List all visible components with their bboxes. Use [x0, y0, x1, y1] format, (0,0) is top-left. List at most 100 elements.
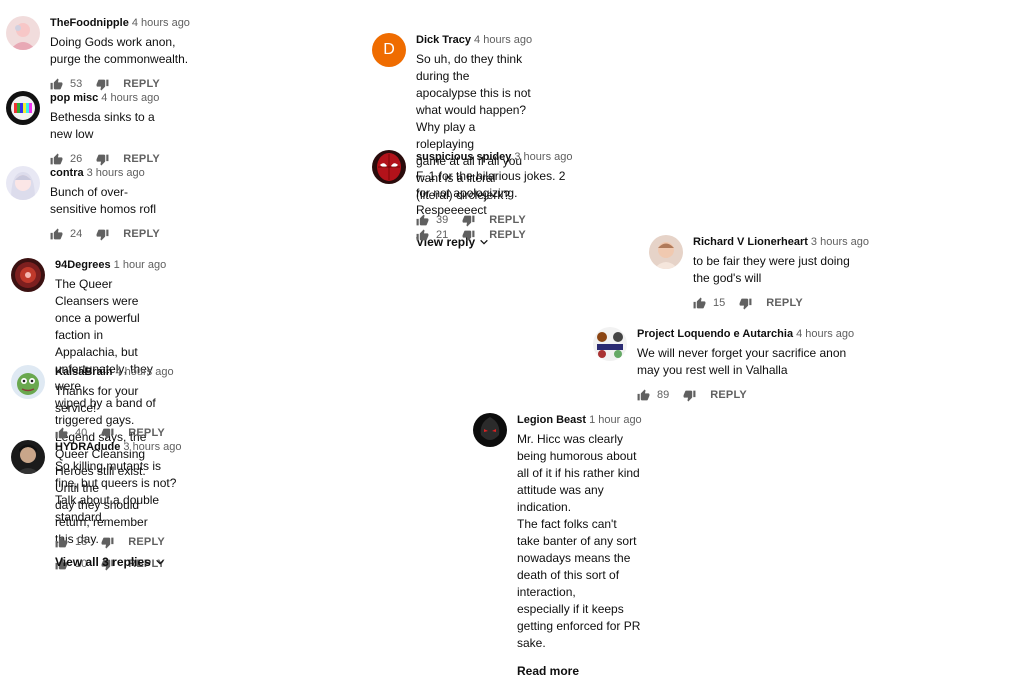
comment-author[interactable]: pop misc — [50, 92, 98, 104]
thumb-down-icon — [96, 228, 109, 241]
chevron-down-icon — [155, 557, 165, 567]
dislike-button[interactable] — [683, 389, 696, 402]
comment-body: TheFoodnipple 4 hours ago Doing Gods work… — [50, 16, 190, 93]
like-button[interactable] — [50, 78, 63, 91]
comment-timestamp[interactable]: 4 hours ago — [101, 92, 159, 104]
thumb-up-icon — [693, 297, 706, 310]
comment-body: Richard V Lionerheart 3 hours ago to be f… — [693, 235, 869, 312]
thumb-down-icon — [101, 536, 114, 549]
avatar[interactable]: D — [372, 33, 406, 67]
comment-author[interactable]: KalsaBrain — [55, 366, 112, 378]
avatar[interactable] — [372, 150, 406, 184]
thumb-up-icon — [50, 78, 63, 91]
view-replies-label: View all 3 replies — [55, 555, 151, 569]
like-button[interactable] — [693, 297, 706, 310]
comment-author[interactable]: suspicious spidey — [416, 151, 511, 163]
comment-timestamp[interactable]: 4 hours ago — [474, 34, 532, 46]
comment-actions: 15 REPLY — [693, 294, 869, 312]
dislike-button[interactable] — [96, 228, 109, 241]
like-count: 24 — [70, 228, 83, 240]
thumb-down-icon — [683, 389, 696, 402]
comment-author[interactable]: contra — [50, 167, 84, 179]
dislike-button[interactable] — [739, 297, 752, 310]
comment-text: Bethesda sinks to a new low — [50, 110, 155, 141]
comment-timestamp[interactable]: 3 hours ago — [87, 167, 145, 179]
reply-button[interactable]: REPLY — [123, 78, 160, 90]
reply-button[interactable]: REPLY — [123, 228, 160, 240]
comment-body: Project Loquendo e Autarchia 4 hours ago … — [637, 327, 854, 404]
like-button[interactable] — [50, 228, 63, 241]
comment-text: Thanks for your service! — [55, 384, 139, 415]
reply-button[interactable]: REPLY — [128, 427, 165, 439]
comment-body: suspicious spidey 3 hours ago F. 1 for th… — [416, 150, 572, 244]
comment-text: Mr. Hicc was clearly being humorous abou… — [517, 431, 642, 652]
read-more-link[interactable]: Read more — [517, 664, 642, 678]
thumb-down-icon — [739, 297, 752, 310]
comment-timestamp[interactable]: 1 hour ago — [114, 259, 167, 271]
avatar[interactable] — [11, 258, 45, 292]
thumb-up-icon — [50, 228, 63, 241]
reply-button[interactable]: REPLY — [123, 153, 160, 165]
comment-author[interactable]: Legion Beast — [517, 414, 586, 426]
comment-actions: 89 REPLY — [637, 386, 854, 404]
reply-button[interactable]: REPLY — [128, 536, 165, 548]
thumb-up-icon — [55, 536, 68, 549]
comment-author[interactable]: HYDRAdude — [55, 441, 120, 453]
comment-body: KalsaBrain 4 hours ago Thanks for your se… — [55, 365, 174, 442]
thumb-down-icon — [462, 229, 475, 242]
comment-actions: 21 REPLY — [416, 226, 572, 244]
avatar[interactable] — [6, 166, 40, 200]
comment-timestamp[interactable]: 3 hours ago — [123, 441, 181, 453]
like-count: 15 — [713, 297, 726, 309]
comment-text: So killing mutants is fine, but queers i… — [55, 459, 177, 524]
comment-author[interactable]: 94Degrees — [55, 259, 111, 271]
like-button[interactable] — [55, 427, 68, 440]
like-button[interactable] — [50, 153, 63, 166]
like-count: 21 — [436, 229, 449, 241]
comment-timestamp[interactable]: 3 hours ago — [514, 151, 572, 163]
avatar[interactable] — [11, 440, 45, 474]
dislike-button[interactable] — [462, 229, 475, 242]
comment-timestamp[interactable]: 3 hours ago — [811, 236, 869, 248]
reply-button[interactable]: REPLY — [710, 389, 747, 401]
like-button[interactable] — [416, 229, 429, 242]
dislike-button[interactable] — [96, 153, 109, 166]
like-count: 18 — [75, 536, 88, 548]
thumb-up-icon — [55, 427, 68, 440]
avatar[interactable] — [649, 235, 683, 269]
comment-timestamp[interactable]: 4 hours ago — [115, 366, 173, 378]
avatar[interactable] — [593, 327, 627, 361]
comment-text: to be fair they were just doing the god'… — [693, 254, 850, 285]
like-count: 26 — [70, 153, 83, 165]
comment-text: Doing Gods work anon, purge the commonwe… — [50, 35, 189, 66]
comment-timestamp[interactable]: 1 hour ago — [589, 414, 642, 426]
like-button[interactable] — [55, 536, 68, 549]
like-count: 89 — [657, 389, 670, 401]
like-count: 40 — [75, 427, 88, 439]
avatar[interactable] — [6, 16, 40, 50]
comment-body: pop misc 4 hours ago Bethesda sinks to a … — [50, 91, 160, 168]
avatar[interactable] — [6, 91, 40, 125]
comment-author[interactable]: Project Loquendo e Autarchia — [637, 328, 793, 340]
comment-text-line: So uh, do they think during the apocalyp… — [416, 52, 531, 151]
reply-button[interactable]: REPLY — [766, 297, 803, 309]
avatar[interactable] — [11, 365, 45, 399]
dislike-button[interactable] — [96, 78, 109, 91]
comment-timestamp[interactable]: 4 hours ago — [796, 328, 854, 340]
comment-body: Legion Beast 1 hour ago Mr. Hicc was clea… — [517, 413, 642, 678]
comment-author[interactable]: TheFoodnipple — [50, 17, 129, 29]
comment-actions: 24 REPLY — [50, 225, 160, 243]
reply-button[interactable]: REPLY — [489, 229, 526, 241]
comment-text: We will never forget your sacrifice anon… — [637, 346, 847, 377]
comment-timestamp[interactable]: 4 hours ago — [132, 17, 190, 29]
avatar[interactable] — [473, 413, 507, 447]
dislike-button[interactable] — [101, 536, 114, 549]
comment-author[interactable]: Richard V Lionerheart — [693, 236, 808, 248]
dislike-button[interactable] — [101, 427, 114, 440]
comment-author[interactable]: Dick Tracy — [416, 34, 471, 46]
comment-text-line: especially if it keeps getting enforced … — [517, 602, 641, 650]
view-replies-link[interactable]: View all 3 replies — [55, 555, 182, 569]
comment-actions: 18 REPLY — [55, 533, 182, 551]
like-button[interactable] — [637, 389, 650, 402]
read-more-label: Read more — [517, 664, 580, 678]
